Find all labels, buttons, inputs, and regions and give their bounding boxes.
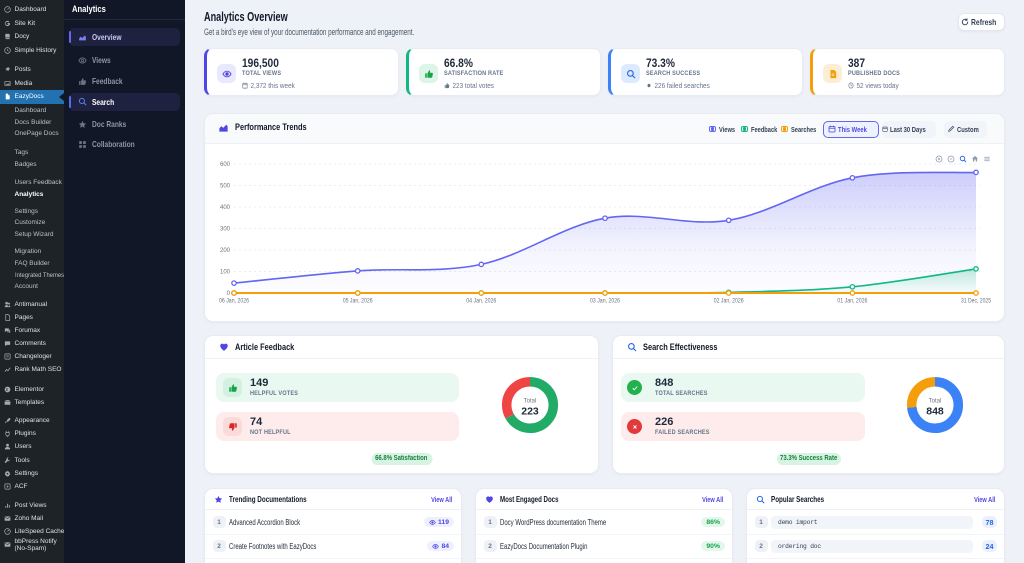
svg-text:Total: Total xyxy=(524,399,537,405)
svg-text:Total: Total xyxy=(928,399,941,405)
svg-text:03 Jan, 2026: 03 Jan, 2026 xyxy=(590,298,620,305)
svg-text:600: 600 xyxy=(220,162,231,168)
svg-text:04 Jan, 2026: 04 Jan, 2026 xyxy=(466,298,496,305)
svg-text:05 Jan, 2026: 05 Jan, 2026 xyxy=(343,298,373,305)
svg-text:200: 200 xyxy=(220,248,231,254)
svg-text:100: 100 xyxy=(220,270,231,276)
svg-text:500: 500 xyxy=(220,184,231,190)
svg-text:01 Jan, 2026: 01 Jan, 2026 xyxy=(837,298,867,305)
svg-text:223: 223 xyxy=(521,406,539,418)
svg-text:02 Jan, 2026: 02 Jan, 2026 xyxy=(714,298,744,305)
svg-text:31 Dec, 2025: 31 Dec, 2025 xyxy=(961,298,991,305)
svg-text:300: 300 xyxy=(220,227,231,233)
svg-text:400: 400 xyxy=(220,205,231,211)
svg-text:0: 0 xyxy=(227,291,231,297)
svg-text:06 Jan, 2026: 06 Jan, 2026 xyxy=(219,298,249,305)
svg-text:848: 848 xyxy=(926,406,944,418)
